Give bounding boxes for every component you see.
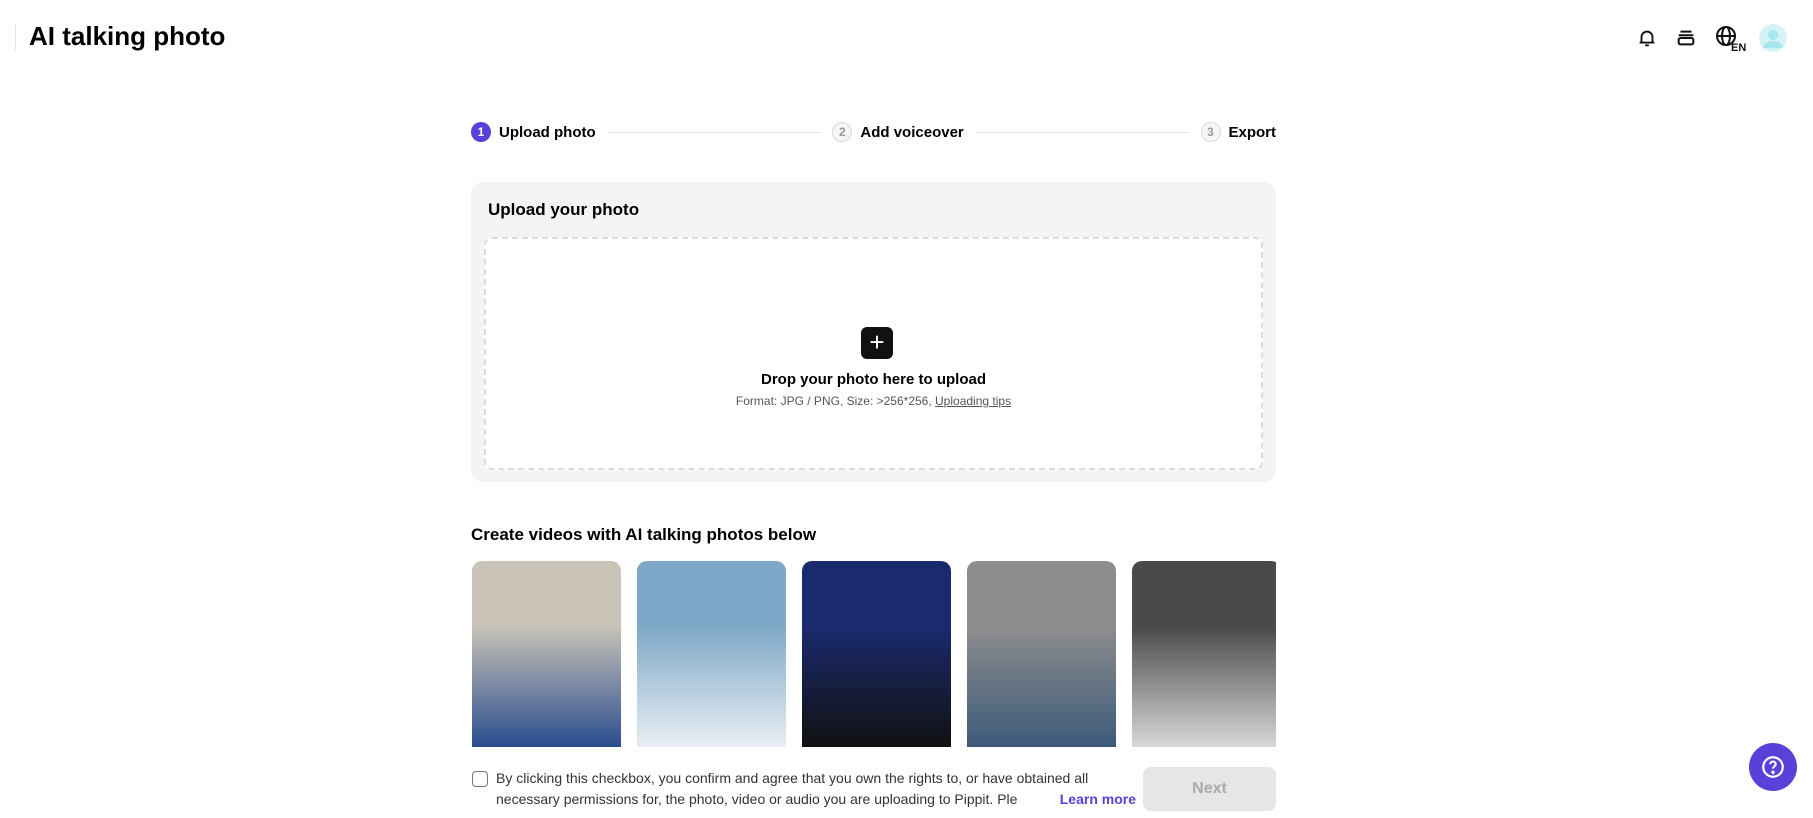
step-label: Upload photo xyxy=(499,123,596,141)
step-number: 3 xyxy=(1200,122,1221,142)
help-icon xyxy=(1762,756,1784,778)
consent-line-1: By clicking this checkbox, you confirm a… xyxy=(496,770,1089,786)
example-thumb-anime-boy[interactable] xyxy=(1132,561,1276,747)
examples-title: Create videos with AI talking photos bel… xyxy=(471,525,817,544)
learn-more-link[interactable]: Learn more xyxy=(1060,789,1136,810)
step-export: 3 Export xyxy=(1200,122,1277,142)
step-connector xyxy=(975,131,1189,133)
consent-line-2: necessary permissions for, the photo, vi… xyxy=(496,791,1018,807)
step-label: Add voiceover xyxy=(860,123,964,141)
credits-icon[interactable] xyxy=(1672,24,1700,52)
upload-panel: Upload your photo + Drop your photo here… xyxy=(471,182,1276,482)
help-button[interactable] xyxy=(1749,743,1797,791)
consent-checkbox[interactable] xyxy=(472,771,488,787)
avatar[interactable] xyxy=(1759,24,1787,52)
next-button[interactable]: Next xyxy=(1143,767,1276,811)
step-upload-photo: 1 Upload photo xyxy=(471,122,596,142)
globe-language-icon[interactable]: EN xyxy=(1714,24,1748,52)
uploading-tips-link[interactable]: Uploading tips xyxy=(935,394,1011,408)
examples-list xyxy=(472,561,1276,747)
drop-text: Drop your photo here to upload xyxy=(761,371,986,388)
example-thumb-flight-attendant[interactable] xyxy=(472,561,621,747)
example-thumb-singer[interactable] xyxy=(802,561,951,747)
photo-dropzone[interactable]: + Drop your photo here to upload Format:… xyxy=(484,237,1263,470)
example-thumb-baby-headphones[interactable] xyxy=(967,561,1116,747)
consent-text: By clicking this checkbox, you confirm a… xyxy=(496,768,1136,810)
step-label: Export xyxy=(1228,123,1277,141)
svg-text:EN: EN xyxy=(1731,42,1746,52)
example-thumb-angel-child[interactable] xyxy=(637,561,786,747)
stepper: 1 Upload photo 2 Add voiceover 3 Export xyxy=(471,119,1276,145)
format-text: Format: JPG / PNG, Size: >256*256, Uploa… xyxy=(486,394,1261,408)
step-connector xyxy=(607,131,821,133)
step-number: 1 xyxy=(471,122,491,142)
upload-title: Upload your photo xyxy=(488,200,640,219)
plus-icon[interactable]: + xyxy=(861,327,893,359)
divider xyxy=(15,24,16,50)
format-info: Format: JPG / PNG, Size: >256*256, xyxy=(735,394,932,408)
page-title: AI talking photo xyxy=(29,21,226,51)
step-add-voiceover: 2 Add voiceover xyxy=(832,122,964,142)
bell-icon[interactable] xyxy=(1633,24,1661,52)
step-number: 2 xyxy=(832,122,853,142)
